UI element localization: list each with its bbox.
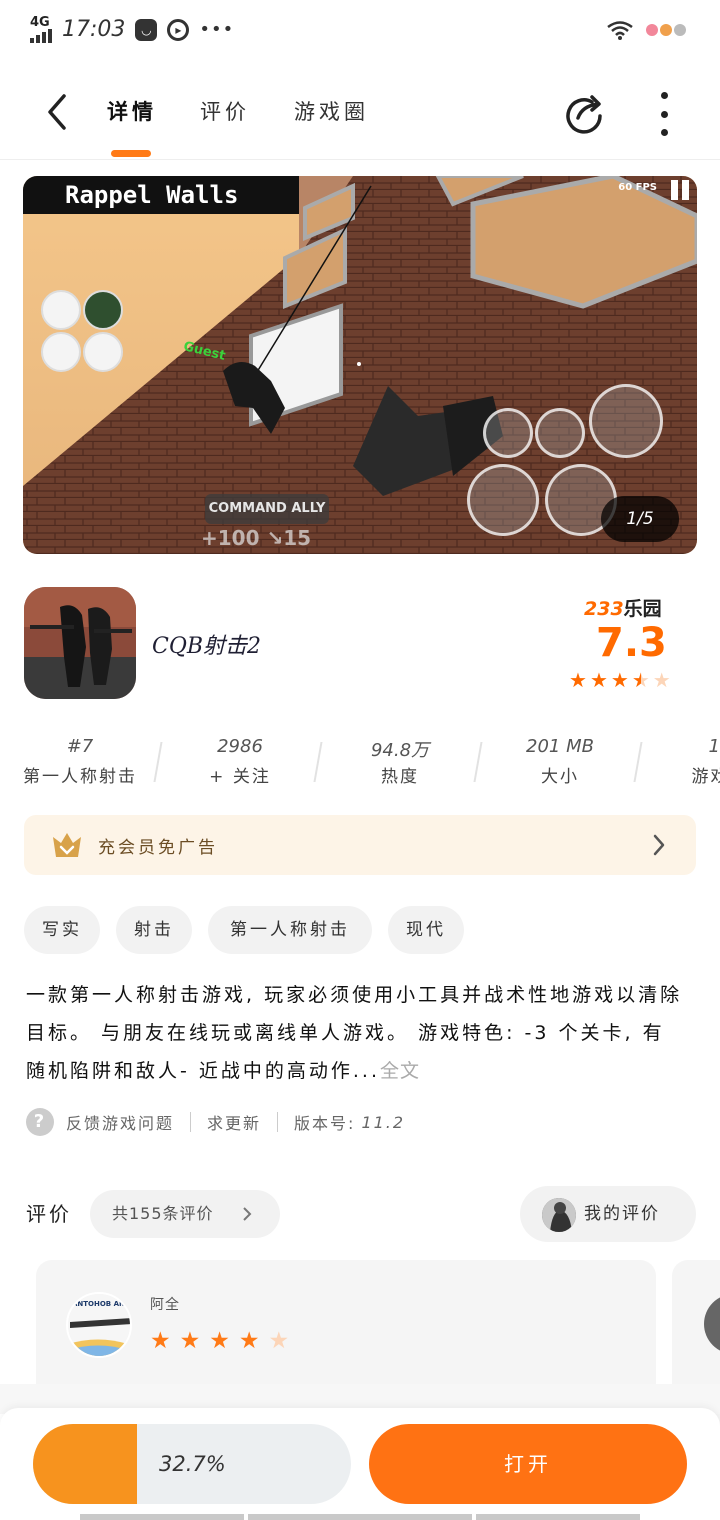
network-type: 4G [30, 15, 50, 30]
fps-label: 60 FPS [618, 182, 657, 193]
my-review-button[interactable]: 我的评价 [520, 1186, 696, 1242]
screenshot-caption: Rappel Walls [23, 176, 299, 214]
wifi-icon [607, 21, 633, 40]
reviewer-name: 阿全 [150, 1297, 180, 1313]
star-icon: ★ [610, 668, 629, 692]
status-bar: 4G 17:03 ◡ ▸ ••• [0, 0, 720, 62]
stat-size: 201 MB 大小 [526, 736, 594, 787]
reload-icon [467, 464, 539, 536]
screenshot-carousel[interactable]: Rappel Walls 60 FPS Guest COMMAND ALLY +… [23, 176, 697, 554]
battery-icon [646, 24, 686, 36]
active-tab-indicator [111, 150, 151, 157]
explosive-icon [83, 290, 123, 330]
avatar-logo-text: ANTOHOB AN-225 [72, 1300, 132, 1308]
chevron-right-icon [243, 1207, 252, 1221]
stat-follow[interactable]: 2986 + 关注 [160, 736, 320, 787]
more-notifications-icon: ••• [199, 19, 235, 40]
grenade-icon [41, 290, 81, 330]
star-icon: ★ [569, 668, 587, 692]
version-number: 11.2 [361, 1112, 406, 1132]
app-icon [24, 587, 136, 699]
star-icon: ★ [652, 668, 671, 692]
tag-shooting[interactable]: 射击 [116, 906, 192, 954]
download-progress-label: 32.7% [159, 1452, 226, 1476]
knife-icon [83, 332, 123, 372]
stat-heat: 94.8万 热度 [370, 740, 430, 787]
all-reviews-button[interactable]: 共155条评价 [90, 1190, 280, 1238]
reviewer-avatar [704, 1294, 720, 1354]
tag-modern[interactable]: 现代 [388, 906, 464, 954]
more-options-icon[interactable] [650, 92, 678, 136]
chevron-right-icon [653, 834, 665, 856]
crown-icon [53, 833, 81, 857]
top-nav: 详情 评价 游戏圈 [0, 62, 720, 160]
star-icon: ★ [150, 1328, 171, 1354]
stat-rank[interactable]: #7 第一人称射击 [0, 736, 160, 787]
app-name: CQB射击2 [152, 634, 262, 659]
tag-realistic[interactable]: 写实 [24, 906, 100, 954]
tab-reviews[interactable]: 评价 [200, 96, 250, 126]
signal-icon: 4G [30, 16, 52, 43]
command-ally-label: COMMAND ALLY [205, 494, 329, 524]
notification-icon: ◡ [135, 18, 158, 41]
tab-game-circle[interactable]: 游戏圈 [294, 96, 369, 126]
play-notification-icon: ▸ [167, 18, 190, 41]
star-icon: ★ [631, 668, 650, 692]
game-description: 一款第一人称射击游戏, 玩家必须使用小工具并战术性地游戏以清除目标。 与朋友在线… [26, 984, 683, 1082]
share-icon[interactable] [562, 92, 606, 136]
vip-text: 充会员免广告 [98, 838, 218, 858]
download-progress-bar[interactable]: 32.7% [33, 1424, 351, 1504]
app-score: 7.3 [596, 620, 667, 666]
review-stars: ★ ★ ★ ★ ★ [150, 1328, 290, 1354]
bullet-icon [589, 384, 663, 458]
platform-brand: 233乐园 [584, 598, 662, 620]
stat-reviews-clip: 15 游戏评 [640, 736, 720, 786]
star-icon: ★ [209, 1328, 230, 1354]
open-button[interactable]: 打开 [369, 1424, 687, 1504]
stat-reviews[interactable]: 15 游戏评 [640, 736, 720, 786]
nav-gesture-bar [80, 1514, 244, 1520]
star-icon: ★ [238, 1328, 260, 1354]
avatar [542, 1198, 576, 1232]
prone-icon [535, 408, 585, 458]
version-label: 版本号: [294, 1114, 356, 1133]
star-icon: ★ [589, 668, 608, 692]
tab-details[interactable]: 详情 [107, 96, 157, 126]
reviewer-avatar: ANTOHOB AN-225 [66, 1292, 132, 1358]
feedback-link[interactable]: 反馈游戏问题 [66, 1110, 174, 1134]
star-icon: ★ [179, 1328, 201, 1354]
meta-row: ? 反馈游戏问题 求更新 版本号: 11.2 [26, 1104, 405, 1140]
carousel-pager: 1/5 [601, 496, 679, 542]
back-arrow-icon[interactable] [40, 92, 74, 132]
clock: 17:03 [62, 17, 126, 42]
nav-gesture-bar [248, 1514, 472, 1520]
reviews-heading: 评价 [26, 1202, 72, 1226]
star-icon: ★ [268, 1328, 290, 1354]
request-update-link[interactable]: 求更新 [207, 1110, 261, 1134]
help-icon: ? [26, 1108, 54, 1136]
crouch-icon [483, 408, 533, 458]
pause-icon [669, 180, 691, 202]
score-stars: ★ ★ ★ ★ ★ [569, 669, 671, 691]
health-ammo-readout: +100 ↘15 [201, 526, 312, 550]
download-progress-fill [33, 1424, 137, 1504]
tag-fps[interactable]: 第一人称射击 [208, 906, 372, 954]
gadget-icon [41, 332, 81, 372]
expand-description-link[interactable]: 全文 [380, 1060, 420, 1082]
vip-banner[interactable]: 充会员免广告 [24, 815, 696, 875]
nav-gesture-bar [476, 1514, 640, 1520]
